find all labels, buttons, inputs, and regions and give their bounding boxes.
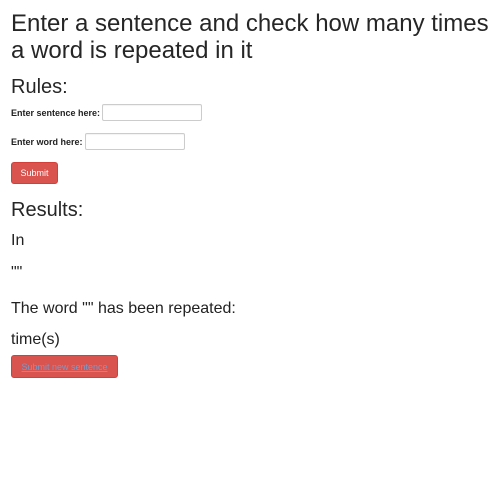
results-heading: Results: bbox=[11, 199, 84, 221]
result-sentence-quoted: "" bbox=[11, 264, 23, 281]
sentence-input[interactable] bbox=[102, 104, 203, 121]
sentence-label: Enter sentence here: bbox=[11, 107, 101, 118]
word-input[interactable] bbox=[84, 133, 185, 150]
result-times: time(s) bbox=[11, 331, 60, 348]
page-title: Enter a sentence and check how many time… bbox=[11, 10, 489, 64]
result-in-label: In bbox=[11, 232, 25, 249]
rules-heading: Rules: bbox=[11, 76, 68, 98]
submit-new-sentence-button[interactable]: Submit new sentence bbox=[11, 355, 118, 378]
result-word-repeated: The word "" has been repeated: bbox=[11, 300, 236, 317]
sentence-row: Enter sentence here: bbox=[11, 104, 203, 121]
word-row: Enter word here: bbox=[11, 133, 185, 150]
submit-button[interactable]: Submit bbox=[11, 162, 58, 184]
word-label: Enter word here: bbox=[11, 136, 83, 147]
page: Enter a sentence and check how many time… bbox=[0, 0, 500, 500]
